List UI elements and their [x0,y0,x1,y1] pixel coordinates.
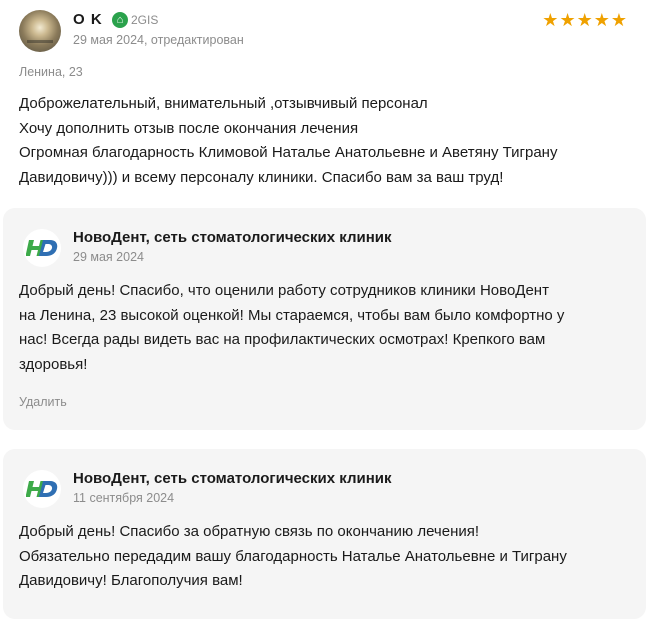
reply-text-line: на Ленина, 23 высокой оценкой! Мы старае… [19,306,565,324]
reply-date: 11 сентября 2024 [73,491,175,505]
review-text-line: Доброжелательный, внимательный ,отзывчив… [19,95,428,112]
author-name[interactable]: O K [73,11,103,28]
review-text-line: Огромная благодарность Климовой Наталье … [19,144,558,161]
reply-text-line: Добрый день! Спасибо, что оценили работу… [19,282,549,299]
reply-text-line: нас! Всегда рады видеть вас на профилакт… [19,331,546,348]
source-label: 2GIS [131,13,159,27]
star-icon: ★ [610,10,627,30]
reply-text-line: Добрый день! Спасибо за обратную связь п… [19,523,480,540]
2gis-logo-icon: ⌂ [112,12,128,28]
review-source: ⌂ 2GIS [112,12,158,28]
star-rating: ★ ★ ★ ★ ★ [542,10,627,30]
reply-author[interactable]: НовоДент, сеть стоматологических клиник [73,470,392,487]
company-reply: НовоДент, сеть стоматологических клиник … [3,208,646,430]
novodent-logo-icon [23,229,61,267]
reply-text-line: Обязательно передадим вашу благодарность… [19,547,567,565]
review-text-line: Давидовичу))) и всему персоналу клиники.… [19,168,504,186]
company-reply: НовоДент, сеть стоматологических клиник … [3,449,646,619]
branch-address: Ленина, 23 [19,65,83,79]
reply-date: 29 мая 2024 [73,250,144,264]
reply-text: Добрый день! Спасибо за обратную связь п… [19,520,567,594]
star-icon: ★ [576,10,593,30]
star-icon: ★ [559,10,576,30]
novodent-logo-icon [23,470,61,508]
star-icon: ★ [542,10,559,30]
star-icon: ★ [593,10,610,30]
author-avatar[interactable] [19,10,61,52]
delete-reply-button[interactable]: Удалить [19,395,67,409]
review-card: O K ⌂ 2GIS 29 мая 2024, отредактирован ★… [0,0,653,619]
reply-text: Добрый день! Спасибо, что оценили работу… [19,279,564,377]
reply-text-line: здоровья! [19,355,88,373]
review-text: Доброжелательный, внимательный ,отзывчив… [19,92,639,190]
review-text-line: Хочу дополнить отзыв после окончания леч… [19,119,359,137]
review-date: 29 мая 2024, отредактирован [73,33,244,47]
reply-author[interactable]: НовоДент, сеть стоматологических клиник [73,229,392,246]
reply-text-line: Давидовичу! Благополучия вам! [19,572,243,589]
